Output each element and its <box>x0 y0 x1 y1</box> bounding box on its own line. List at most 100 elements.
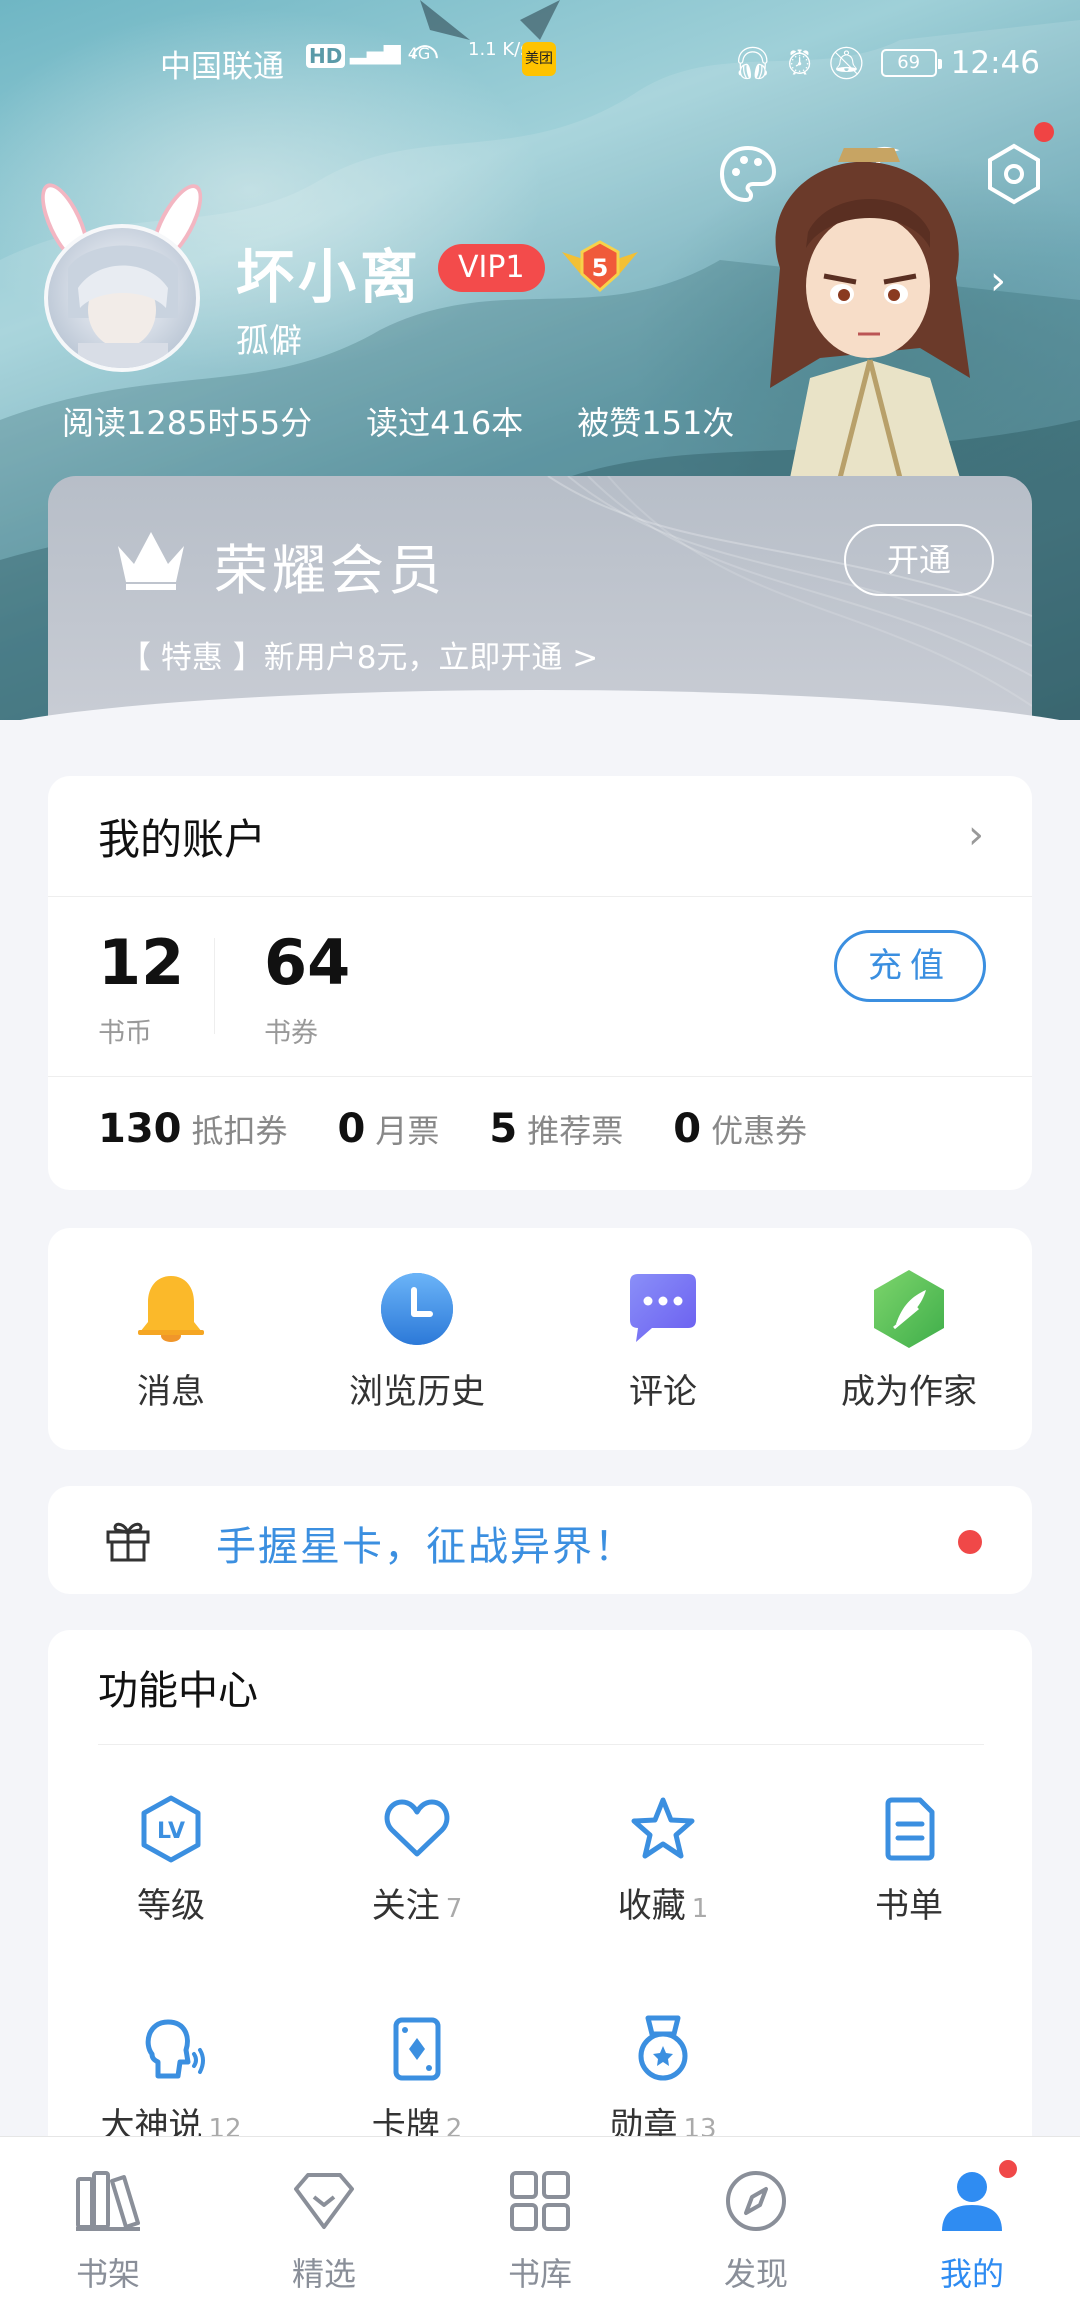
tab-bookshelf-label: 书架 <box>75 2255 140 2293</box>
quick-actions: 消息 浏览历史 评论 成为作家 <box>48 1228 1032 1450</box>
clock-icon <box>381 1273 453 1345</box>
tab-discover[interactable]: 发现 <box>648 2137 864 2310</box>
alarm-icon: ⏰︎ <box>787 43 813 82</box>
func-level[interactable]: LV 等级 <box>48 1794 294 1927</box>
mute-icon: 🔕︎ <box>826 44 867 82</box>
coin-balance-label: 书币 <box>98 1018 152 1049</box>
quick-messages-label: 消息 <box>137 1372 205 1412</box>
quick-become-author[interactable]: 成为作家 <box>786 1228 1032 1450</box>
ticket-recommend[interactable]: 5 推荐票 <box>489 1106 623 1152</box>
grid-icon <box>510 2171 570 2231</box>
tab-featured-label: 精选 <box>291 2255 356 2293</box>
balance-coins[interactable]: 12 书币 <box>98 926 184 1050</box>
account-card: 我的账户 › 12 书币 64 书券 充值 130 抵扣券 0 月票 5 推荐票 0优… <box>48 776 1032 1190</box>
card-wave-pattern <box>547 476 1032 707</box>
heart-icon <box>384 1799 450 1857</box>
divider <box>214 938 215 1034</box>
divider <box>48 1076 1032 1077</box>
headphone-icon: 🎧︎ <box>732 44 774 82</box>
svg-text:LV: LV <box>157 1819 185 1844</box>
crown-icon <box>118 532 184 590</box>
ticket-discount[interactable]: 130 抵扣券 <box>98 1106 288 1152</box>
ticket-monthly[interactable]: 0 月票 <box>338 1106 440 1152</box>
bottom-tab-bar: 书架 精选 书库 发现 我的 <box>0 2136 1080 2310</box>
gift-icon <box>106 1522 150 1562</box>
meituan-icon: 美团 <box>522 42 556 76</box>
func-follow-label: 关注 <box>371 1886 440 1926</box>
star-icon <box>631 1797 695 1859</box>
settings-badge-dot <box>1034 122 1054 142</box>
func-level-label: 等级 <box>137 1886 205 1926</box>
chat-icon <box>630 1274 696 1342</box>
level-icon: LV <box>141 1795 201 1863</box>
quick-comments[interactable]: 评论 <box>540 1228 786 1450</box>
tab-me-label: 我的 <box>939 2255 1004 2293</box>
vip-badge: VIP1 <box>438 244 545 292</box>
username: 坏小离 <box>236 243 423 311</box>
quick-history[interactable]: 浏览历史 <box>294 1228 540 1450</box>
promo-banner[interactable]: 手握星卡，征战异界！ <box>48 1486 1032 1594</box>
level-wings-badge: 5 <box>562 240 638 293</box>
hd-icon: HD <box>306 44 346 68</box>
reading-stats: 阅读1285时55分 读过416本 被赞151次 <box>62 398 734 444</box>
clock-time: 12:46 <box>950 45 1040 81</box>
voucher-balance-label: 书券 <box>264 1018 318 1049</box>
open-membership-button[interactable]: 开通 <box>844 524 994 596</box>
status-bar: 中国联通 HD ▂▄▆ 4G ◠ 1.1 K/s 美团 🎧︎ ⏰︎ 🔕︎ 69 … <box>0 36 1080 86</box>
tab-bookshelf[interactable]: 书架 <box>0 2137 216 2310</box>
func-favorites[interactable]: 收藏 1 <box>540 1794 786 1927</box>
func-booklist[interactable]: 书单 <box>786 1794 1032 1927</box>
ticket-row: 130 抵扣券 0 月票 5 推荐票 0 优惠券 <box>98 1106 807 1152</box>
function-center-title: 功能中心 <box>98 1668 258 1714</box>
membership-promo-link[interactable]: 【 特惠 】新用户8元，立即开通 > <box>120 632 598 677</box>
stat-reading-time: 阅读1285时55分 <box>62 404 313 442</box>
bookshelf-icon <box>76 2171 140 2231</box>
quick-comments-label: 评论 <box>629 1372 697 1412</box>
quill-icon <box>874 1270 944 1348</box>
func-cards[interactable]: 卡牌 2 <box>294 2014 540 2147</box>
balance-vouchers[interactable]: 64 书券 <box>264 926 350 1050</box>
voucher-balance-value: 64 <box>264 926 351 999</box>
tab-featured[interactable]: 精选 <box>216 2137 432 2310</box>
func-medals[interactable]: 勋章 13 <box>540 2014 786 2147</box>
quick-messages[interactable]: 消息 <box>48 1228 294 1450</box>
divider <box>48 896 1032 897</box>
stat-likes: 被赞151次 <box>577 404 735 442</box>
account-chevron-icon[interactable]: › <box>968 812 984 858</box>
speaker-icon <box>145 2019 205 2079</box>
ticket-coupon[interactable]: 0 优惠券 <box>673 1106 807 1152</box>
func-follow-count: 7 <box>445 1894 463 1924</box>
bell-icon <box>138 1276 204 1342</box>
compass-icon <box>726 2171 786 2231</box>
carrier-name: 中国联通 <box>160 48 284 85</box>
profile-header: 中国联通 HD ▂▄▆ 4G ◠ 1.1 K/s 美团 🎧︎ ⏰︎ 🔕︎ 69 … <box>0 0 1080 720</box>
func-favorites-count: 1 <box>691 1894 709 1924</box>
quick-history-label: 浏览历史 <box>349 1372 485 1412</box>
wifi-icon: ◠ <box>410 36 440 76</box>
avatar[interactable] <box>31 176 213 372</box>
card-icon <box>393 2017 441 2081</box>
network-speed: 1.1 K/s <box>468 39 530 60</box>
account-title[interactable]: 我的账户 <box>98 806 266 867</box>
func-booklist-label: 书单 <box>875 1886 943 1926</box>
func-master-says[interactable]: 大神说 12 <box>48 2014 294 2147</box>
membership-card[interactable]: 荣耀会员 开通 【 特惠 】新用户8元，立即开通 > <box>48 476 1032 716</box>
recharge-button[interactable]: 充值 <box>834 930 986 1002</box>
character-illustration <box>770 148 970 478</box>
coin-balance-value: 12 <box>98 926 185 999</box>
func-follow[interactable]: 关注 7 <box>294 1794 540 1927</box>
tab-me-badge-dot <box>996 2157 1020 2181</box>
quick-become-author-label: 成为作家 <box>841 1372 977 1412</box>
divider <box>98 1744 984 1745</box>
func-favorites-label: 收藏 <box>617 1886 686 1926</box>
tab-discover-label: 发现 <box>723 2255 788 2293</box>
tab-library[interactable]: 书库 <box>432 2137 648 2310</box>
membership-title: 荣耀会员 <box>214 539 446 602</box>
medal-icon <box>638 2015 688 2081</box>
stat-books-read: 读过416本 <box>366 404 524 442</box>
diamond-icon <box>294 2173 354 2229</box>
user-signature: 孤僻 <box>236 321 302 360</box>
tab-me[interactable]: 我的 <box>864 2137 1080 2310</box>
avatar-image <box>44 224 200 372</box>
booklist-icon <box>885 1797 935 1861</box>
